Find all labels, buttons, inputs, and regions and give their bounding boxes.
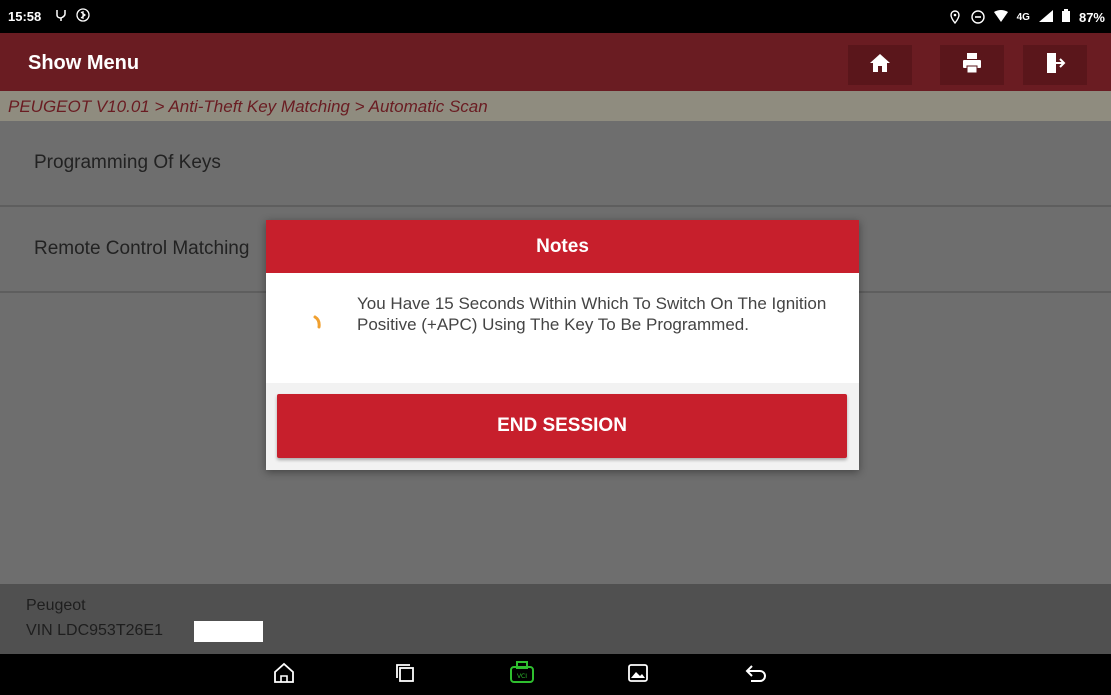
- nav-back-button[interactable]: [742, 662, 770, 688]
- svg-text:VCI: VCI: [517, 673, 527, 680]
- status-bar: 15:58 4G 87%: [0, 0, 1111, 33]
- nav-gallery-button[interactable]: [624, 662, 652, 688]
- usb-debug-icon: [54, 8, 68, 22]
- loading-spinner-icon: [313, 315, 323, 329]
- home-icon: [273, 662, 295, 689]
- dialog-body: You Have 15 Seconds Within Which To Swit…: [266, 273, 859, 383]
- vci-icon: VCI: [509, 660, 535, 690]
- dialog-header: Notes: [266, 220, 859, 273]
- network-type: 4G: [1016, 11, 1030, 23]
- location-icon: [948, 10, 962, 25]
- battery-icon: [1061, 9, 1070, 25]
- menu-item-label: Programming Of Keys: [34, 152, 221, 173]
- nav-recents-button[interactable]: [391, 662, 419, 688]
- vehicle-info: Peugeot VIN LDC953T26E1: [0, 584, 1111, 654]
- home-icon: [869, 53, 891, 78]
- signal-icon: [1038, 9, 1053, 25]
- breadcrumb: PEUGEOT V10.01 > Anti-Theft Key Matching…: [0, 91, 1111, 121]
- exit-button[interactable]: [1023, 45, 1087, 85]
- nav-vci-button[interactable]: VCI: [508, 660, 536, 690]
- dialog-message: You Have 15 Seconds Within Which To Swit…: [357, 294, 827, 334]
- notes-dialog: Notes You Have 15 Seconds Within Which T…: [266, 220, 859, 470]
- exit-icon: [1044, 52, 1066, 79]
- dialog-title: Notes: [536, 235, 589, 257]
- print-icon: [961, 52, 983, 79]
- print-button[interactable]: [940, 45, 1004, 85]
- home-button[interactable]: [848, 45, 912, 85]
- menu-item-programming-of-keys[interactable]: Programming Of Keys: [0, 121, 1111, 207]
- bluetooth-icon: [76, 8, 90, 22]
- back-icon: [745, 664, 767, 687]
- battery-level: 87%: [1078, 9, 1105, 25]
- navigation-bar: VCI: [0, 654, 1111, 695]
- breadcrumb-text: PEUGEOT V10.01 > Anti-Theft Key Matching…: [8, 97, 488, 116]
- status-time: 15:58: [8, 9, 42, 24]
- menu-item-label: Remote Control Matching: [34, 238, 250, 259]
- wifi-icon: [993, 9, 1008, 25]
- dnd-icon: [970, 10, 985, 24]
- gallery-icon: [628, 663, 648, 687]
- vin-redaction: [194, 621, 263, 642]
- vehicle-make: Peugeot: [26, 597, 86, 614]
- end-session-button[interactable]: END SESSION: [277, 394, 847, 458]
- vehicle-vin: VIN LDC953T26E1: [26, 622, 163, 639]
- page-title: Show Menu: [28, 52, 140, 74]
- app-bar: Show Menu: [0, 33, 1111, 91]
- nav-home-button[interactable]: [270, 662, 298, 688]
- recents-icon: [395, 663, 415, 688]
